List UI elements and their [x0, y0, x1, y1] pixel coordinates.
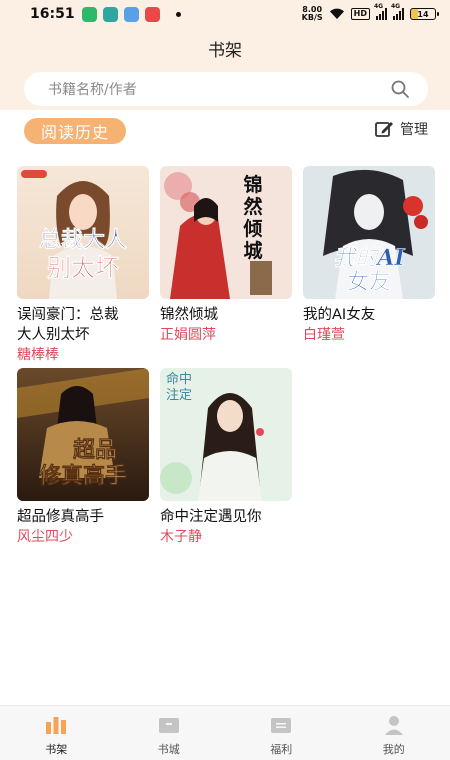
- book-cover[interactable]: 总裁大人 别太坏: [17, 166, 149, 299]
- book-item[interactable]: 我的AI 女友 我的AI女友 白瑾萱: [303, 166, 435, 345]
- book-item[interactable]: 超品 修真高手 超品修真高手 风尘四少: [17, 368, 149, 547]
- page-title: 书架: [208, 41, 242, 61]
- cloud-app-icon: [124, 6, 139, 22]
- book-author: 木子静: [160, 529, 202, 545]
- cover-title-line2: 修真高手: [38, 463, 128, 490]
- manage-label: 管理: [400, 122, 428, 138]
- signal-label-1: 4G: [374, 3, 384, 10]
- search-input[interactable]: 书籍名称/作者: [24, 72, 428, 106]
- book-cover[interactable]: 锦然倾城: [160, 166, 292, 299]
- status-time: 16:51: [30, 6, 75, 22]
- book-item[interactable]: 总裁大人 别太坏 误闯豪门：总裁 大人别太坏 糖棒棒: [17, 166, 149, 365]
- tab-label: 福利: [270, 743, 293, 756]
- reading-history-button[interactable]: 阅读历史: [24, 118, 126, 144]
- network-speed-unit: KB/S: [301, 13, 323, 22]
- phone-app-icon: [82, 6, 97, 22]
- book-title-line2: 大人别太坏: [17, 327, 90, 343]
- more-notifications-dot: [176, 11, 181, 17]
- tab-welfare[interactable]: 福利: [225, 706, 338, 760]
- bookstore-icon: [158, 718, 179, 733]
- profile-icon: [384, 716, 403, 735]
- search-placeholder: 书籍名称/作者: [48, 82, 137, 98]
- tab-label: 我的: [382, 743, 405, 756]
- tab-bookshelf[interactable]: 书架: [0, 706, 113, 760]
- manage-button[interactable]: 管理: [374, 118, 428, 140]
- welfare-icon: [271, 718, 292, 733]
- book-title: 命中注定遇见你: [160, 509, 262, 525]
- book-title: 误闯豪门：总裁 大人别太坏: [17, 305, 149, 345]
- book-cover[interactable]: 超品 修真高手: [17, 368, 149, 501]
- battery-icon: 14: [410, 8, 439, 20]
- book-author: 白瑾萱: [303, 327, 345, 343]
- battery-level: 14: [417, 9, 429, 19]
- edit-icon: [375, 122, 393, 137]
- bookshelf-icon: [46, 717, 67, 734]
- network-speed: 8.00 KB/S: [302, 6, 323, 22]
- book-item[interactable]: 命中注定 命中注定遇见你 木子静: [160, 368, 292, 547]
- signal-icon-1: 4G: [374, 3, 387, 20]
- book-author: 糖棒棒: [17, 347, 59, 363]
- book-title: 锦然倾城: [160, 307, 218, 323]
- status-bar: 16:51 8.00 KB/S HD 4G 4G 14: [0, 0, 450, 28]
- message-app-icon: [103, 6, 118, 22]
- cover-title: 命中注定: [166, 372, 193, 403]
- cover-title-line2: 女友: [346, 269, 392, 296]
- notification-icons: [82, 6, 160, 22]
- cover-title: 锦然倾城: [243, 174, 263, 262]
- news-app-icon: [145, 6, 160, 22]
- book-item[interactable]: 锦然倾城 锦然倾城 正娟圆萍: [160, 166, 292, 345]
- tab-bookstore[interactable]: 书城: [113, 706, 226, 760]
- tab-profile[interactable]: 我的: [338, 706, 450, 760]
- book-title: 我的AI女友: [303, 307, 376, 323]
- wifi-icon: [329, 8, 344, 19]
- hd-badge: HD: [350, 8, 370, 20]
- book-title-line1: 误闯豪门：总裁: [17, 307, 119, 323]
- book-cover[interactable]: 我的AI 女友: [303, 166, 435, 299]
- book-author: 风尘四少: [17, 529, 73, 545]
- book-title: 超品修真高手: [17, 509, 104, 525]
- cover-title-line2: 别太坏: [47, 253, 120, 283]
- book-cover[interactable]: 命中注定: [160, 368, 292, 501]
- tab-label: 书城: [157, 743, 180, 756]
- book-author: 正娟圆萍: [160, 327, 216, 343]
- bottom-tab-bar: 书架 书城 福利 我的: [0, 705, 450, 760]
- signal-icon-2: 4G: [391, 3, 404, 20]
- search-icon[interactable]: [390, 79, 410, 99]
- tab-label: 书架: [45, 743, 68, 756]
- cover-illustration: [160, 166, 292, 299]
- signal-label-2: 4G: [391, 3, 401, 10]
